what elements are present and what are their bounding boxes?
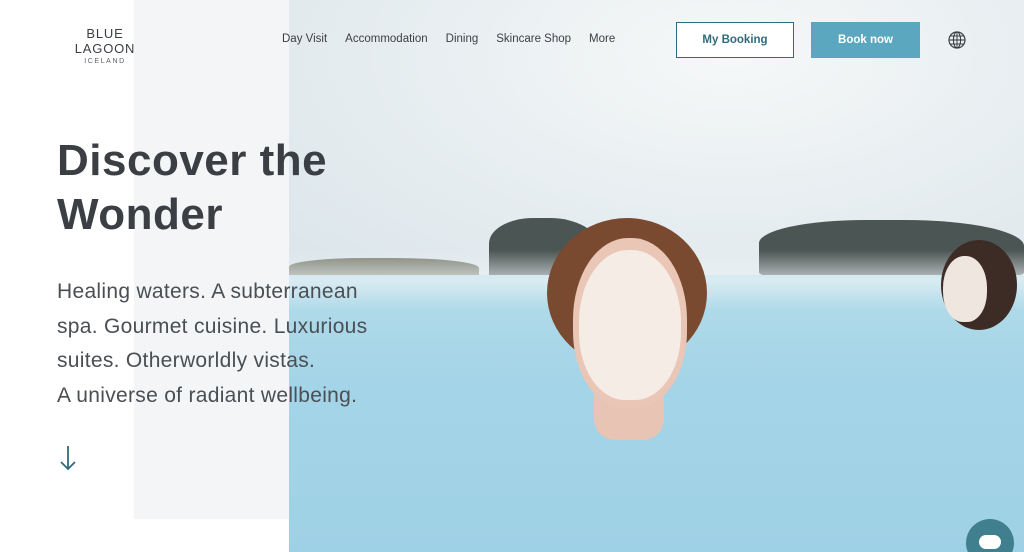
nav-item-day-visit[interactable]: Day Visit bbox=[282, 33, 327, 45]
book-now-button[interactable]: Book now bbox=[811, 22, 920, 58]
logo-subtitle: ICELAND bbox=[84, 58, 126, 65]
hero-title-line-1: Discover the bbox=[57, 136, 328, 185]
hero-description-line: spa. Gourmet cuisine. Luxurious bbox=[57, 314, 368, 338]
hero-description-line: A universe of radiant wellbeing. bbox=[57, 383, 358, 407]
hero-title-line-2: Wonder bbox=[57, 190, 223, 239]
hero-description-line: Healing waters. A subterranean bbox=[57, 280, 358, 303]
hero-title: Discover the Wonder bbox=[57, 134, 387, 242]
hero-description-line: suites. Otherworldly vistas. bbox=[57, 349, 316, 372]
arrow-down-icon[interactable] bbox=[58, 444, 78, 472]
chat-bubble-icon bbox=[979, 535, 1001, 549]
nav-item-accommodation[interactable]: Accommodation bbox=[345, 33, 427, 45]
nav-item-dining[interactable]: Dining bbox=[446, 33, 479, 45]
globe-icon[interactable] bbox=[948, 31, 966, 49]
hero-description: Healing waters. A subterranean spa. Gour… bbox=[57, 275, 397, 413]
site-header: BLUE LAGOON ICELAND Day Visit Accommodat… bbox=[0, 0, 1024, 80]
main-nav: Day Visit Accommodation Dining Skincare … bbox=[282, 33, 633, 45]
nav-item-more[interactable]: More bbox=[589, 33, 615, 45]
nav-item-skincare-shop[interactable]: Skincare Shop bbox=[496, 33, 571, 45]
logo-wordmark: BLUE LAGOON bbox=[74, 26, 136, 56]
my-booking-button[interactable]: My Booking bbox=[676, 22, 794, 58]
person-2-face bbox=[943, 256, 987, 322]
face-mask bbox=[579, 250, 681, 400]
hero-image bbox=[289, 0, 1024, 552]
brand-logo[interactable]: BLUE LAGOON ICELAND bbox=[57, 26, 153, 65]
